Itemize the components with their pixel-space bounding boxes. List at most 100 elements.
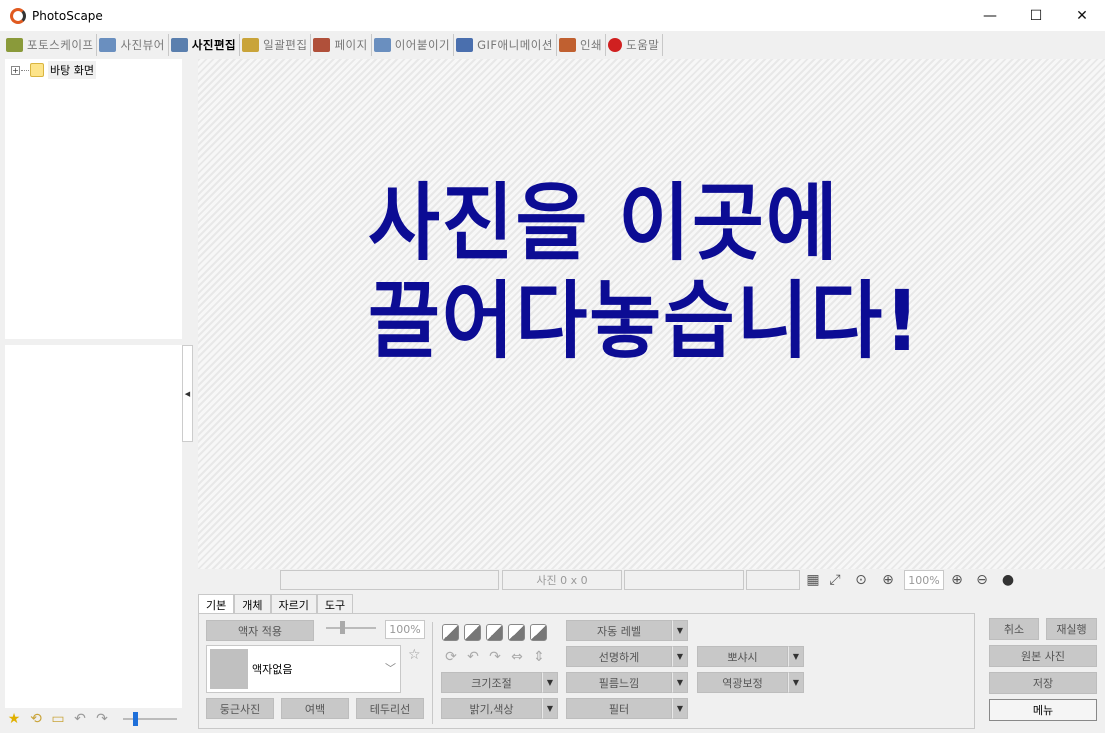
title-bar: PhotoScape — ☐ ✕ [0,0,1105,31]
auto-level-button[interactable]: 자동 레벨 [566,620,672,641]
tab-combine[interactable]: 이어붙이기 [372,33,455,56]
sharpen-dropdown[interactable]: ▼ [672,646,688,667]
menu-button[interactable]: 메뉴 [989,699,1097,721]
edit-tabs: 기본 개체 자르기 도구 [198,594,354,615]
tab-batch-icon [242,37,260,52]
rotate-right-icon[interactable]: ↷ [486,648,504,666]
status-field-4 [746,570,800,590]
status-field-3 [624,570,744,590]
expand-icon[interactable]: + [11,65,20,75]
sharpen-button[interactable]: 선명하게 [566,646,672,667]
frame-percent[interactable]: 100% [385,620,425,639]
undo-button[interactable]: 취소 [989,618,1039,640]
tab-label: 포토스케이프 [27,37,94,52]
star-icon[interactable]: ☆ [408,647,421,663]
tab-batch[interactable]: 일괄편집 [240,33,312,56]
backlight-dropdown[interactable]: ▼ [788,672,804,693]
frame-slider[interactable] [326,621,376,634]
tab-help[interactable]: 도움말 [606,33,664,56]
tab-combine-icon [373,37,391,52]
close-button[interactable]: ✕ [1059,0,1105,31]
tone-icon[interactable] [442,624,459,641]
tab-label: 사진편집 [191,37,237,52]
thumbnail-size-slider[interactable] [123,712,177,726]
film-effect-button[interactable]: 필름느낌 [566,672,672,693]
tab-gif-icon [456,37,474,52]
tab-label: 일괄편집 [263,37,308,52]
tone-icon[interactable] [530,624,547,641]
chevron-down-icon: ﹀ [385,662,396,675]
back-icon[interactable]: ↶ [71,710,89,728]
filter-dropdown[interactable]: ▼ [672,698,688,719]
favorite-icon[interactable]: ★ [5,710,23,728]
tab-viewer[interactable]: 사진뷰어 [97,33,169,56]
tab-basic[interactable]: 기본 [198,594,235,615]
tab-print[interactable]: 인쇄 [557,33,607,56]
status-bar: 사진 0 x 0 ▦ ⤢ ⊙ ⊕ 100% ⊕ ⊖ ● [198,570,1105,590]
tone-icon[interactable] [508,624,525,641]
frame-select[interactable]: 액자없음 ﹀ [206,645,401,693]
apply-frame-button[interactable]: 액자 적용 [206,620,314,641]
zoom-out-icon[interactable]: ⊖ [973,571,991,589]
tree-item-desktop[interactable]: + 바탕 화면 [11,61,96,79]
flip-vertical-icon[interactable]: ⇕ [530,648,548,666]
tab-label: GIF애니메이션 [477,37,553,52]
left-bottom-toolbar: ★ ⟲ ▭ ↶ ↷ [5,709,182,729]
actual-size-icon[interactable]: ⊙ [852,571,870,589]
resize-dropdown[interactable]: ▼ [542,672,558,693]
panel-collapse-handle[interactable]: ◀ [182,345,193,442]
auto-level-dropdown[interactable]: ▼ [672,620,688,641]
tab-label: 사진뷰어 [120,37,165,52]
zoom-fit-icon[interactable]: ⊕ [879,571,897,589]
rounded-photo-button[interactable]: 둥근사진 [206,698,274,719]
image-canvas[interactable]: 사진을 이곳에 끌어다놓습니다! [198,59,1105,569]
tone-icon[interactable] [486,624,503,641]
fit-screen-icon[interactable]: ⤢ [826,571,844,589]
info-icon[interactable]: ● [999,571,1017,589]
redo-button[interactable]: 재실행 [1046,618,1097,640]
zoom-in-icon[interactable]: ⊕ [948,571,966,589]
folder-tree[interactable]: + 바탕 화면 [5,59,182,339]
thumbnail-list[interactable] [5,345,182,708]
tab-label: 이어붙이기 [394,37,451,52]
border-button[interactable]: 테두리선 [356,698,424,719]
tab-page[interactable]: 페이지 [311,33,372,56]
tab-gif[interactable]: GIF애니메이션 [454,33,557,56]
margin-button[interactable]: 여백 [281,698,349,719]
forward-icon[interactable]: ↷ [93,710,111,728]
open-folder-icon[interactable]: ▭ [49,710,67,728]
slider-thumb[interactable] [340,621,345,634]
backlight-button[interactable]: 역광보정 [697,672,788,693]
brightness-dropdown[interactable]: ▼ [542,698,558,719]
minimize-button[interactable]: — [967,0,1013,31]
original-photo-button[interactable]: 원본 사진 [989,645,1097,667]
rotate-free-icon[interactable]: ⟳ [442,648,460,666]
bloom-dropdown[interactable]: ▼ [788,646,804,667]
tab-tools[interactable]: 도구 [316,594,354,614]
brightness-color-button[interactable]: 밝기,색상 [441,698,542,719]
resize-button[interactable]: 크기조절 [441,672,542,693]
tree-connector [21,69,29,71]
tab-label: 인쇄 [579,37,603,52]
tone-icon[interactable] [464,624,481,641]
refresh-folder-icon[interactable]: ⟲ [27,710,45,728]
drop-hint: 사진을 이곳에 끌어다놓습니다! [368,174,945,370]
rotate-left-icon[interactable]: ↶ [464,648,482,666]
film-dropdown[interactable]: ▼ [672,672,688,693]
tab-photoscape-icon [6,37,23,52]
flip-horizontal-icon[interactable]: ⇔ [508,648,526,666]
main-tab-bar: 포토스케이프 사진뷰어 사진편집 일괄편집 페이지 이어붙이기 GIF애니메이션… [0,31,1105,58]
filter-button[interactable]: 필터 [566,698,672,719]
slider-thumb[interactable] [133,712,138,726]
tab-object[interactable]: 개체 [234,594,271,614]
status-field-1 [280,570,499,590]
bloom-button[interactable]: 뽀샤시 [697,646,788,667]
tab-crop[interactable]: 자르기 [270,594,317,614]
transparency-icon[interactable]: ▦ [804,571,822,589]
maximize-button[interactable]: ☐ [1013,0,1059,31]
tab-photoscape[interactable]: 포토스케이프 [4,33,98,56]
save-button[interactable]: 저장 [989,672,1097,694]
tab-editor[interactable]: 사진편집 [169,33,241,56]
panel-divider [432,622,433,724]
basic-panel: 액자 적용 100% 액자없음 ﹀ ☆ 둥근사진 여백 테두리선 ⟳ ↶ ↷ ⇔… [198,613,975,729]
